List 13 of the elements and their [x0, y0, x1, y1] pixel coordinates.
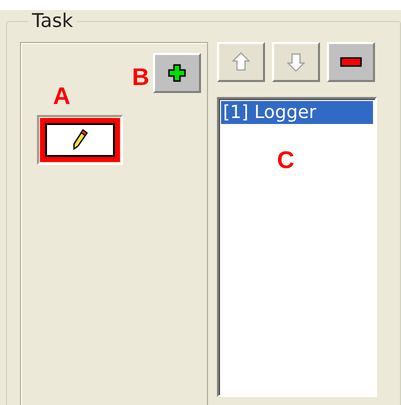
- up-arrow-icon: [232, 52, 250, 72]
- down-arrow-icon: [287, 52, 305, 72]
- add-button[interactable]: [153, 53, 201, 93]
- pencil-icon: [72, 129, 88, 151]
- annotation-letter: B: [132, 66, 150, 90]
- plus-icon: [168, 64, 186, 82]
- remove-button[interactable]: [327, 42, 375, 82]
- annotation-letter: A: [53, 85, 70, 109]
- group-title: Task: [31, 10, 74, 32]
- pencil-field[interactable]: [37, 115, 123, 165]
- annotation-letter: C: [277, 149, 294, 173]
- minus-icon: [340, 57, 362, 67]
- task-list-item[interactable]: [1] Logger: [221, 101, 373, 124]
